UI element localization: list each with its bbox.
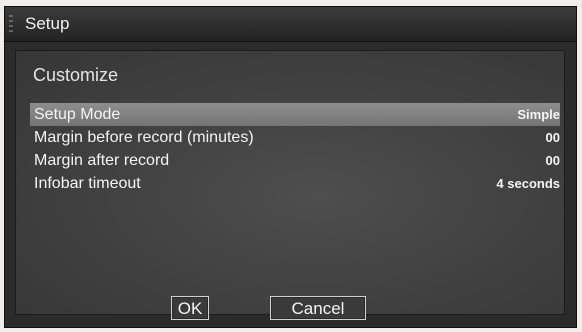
setting-label: Margin before record (minutes) [34, 129, 254, 146]
cancel-button[interactable]: Cancel [270, 296, 366, 320]
setting-value[interactable]: 00 [546, 149, 560, 172]
setting-label: Setup Mode [34, 106, 121, 123]
grip-icon [9, 15, 13, 33]
customize-panel: Customize Setup Mode Simple Margin befor… [15, 50, 565, 320]
setting-value[interactable]: 00 [546, 126, 560, 149]
setting-row-setup-mode[interactable]: Setup Mode Simple [30, 103, 560, 126]
settings-list: Setup Mode Simple Margin before record (… [30, 103, 560, 195]
setting-label: Infobar timeout [34, 175, 141, 192]
setting-row-infobar-timeout[interactable]: Infobar timeout 4 seconds [30, 172, 560, 195]
setup-window: Setup Customize Setup Mode Simple Margin… [4, 6, 577, 328]
title-bar: Setup [5, 7, 576, 42]
setting-label: Margin after record [34, 152, 170, 169]
setting-row-margin-before[interactable]: Margin before record (minutes) 00 [30, 126, 560, 149]
ok-button[interactable]: OK [171, 296, 209, 320]
setting-value[interactable]: Simple [517, 103, 560, 126]
setting-value[interactable]: 4 seconds [496, 172, 560, 195]
setting-row-margin-after[interactable]: Margin after record 00 [30, 149, 560, 172]
panel-heading: Customize [33, 65, 119, 85]
window-title: Setup [25, 14, 70, 33]
